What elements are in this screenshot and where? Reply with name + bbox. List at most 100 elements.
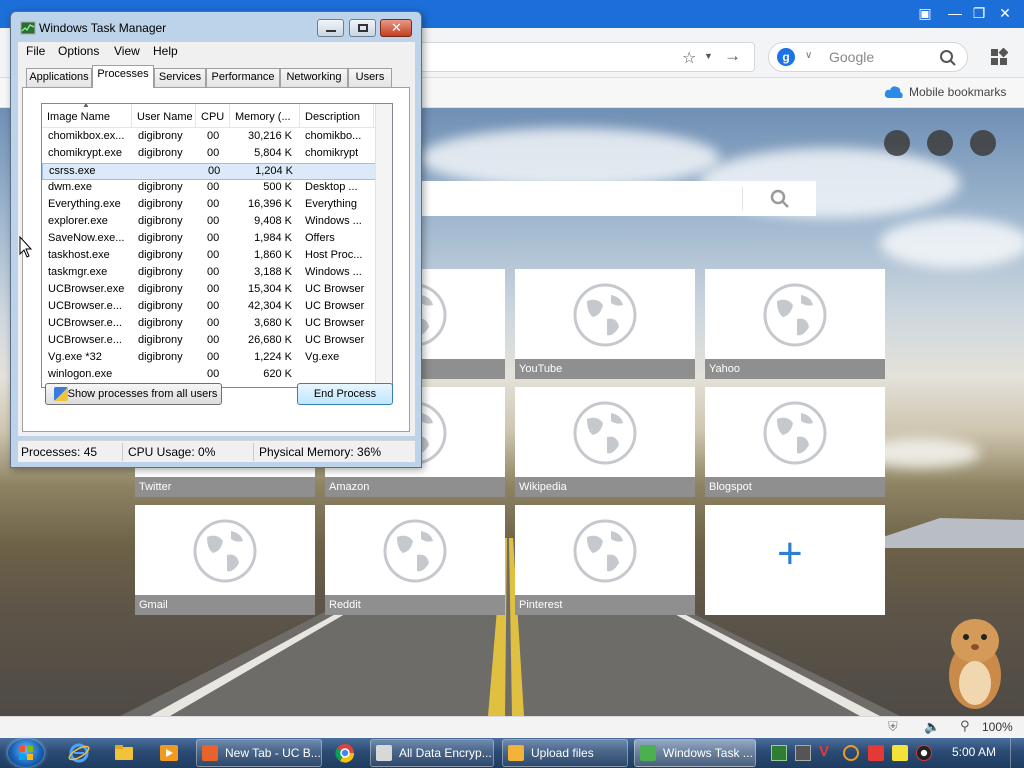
close-button[interactable]: ✕ bbox=[380, 19, 412, 37]
processes-panel: Image Name User Name CPU Memory (... Des… bbox=[22, 87, 410, 432]
speed-dial-tile[interactable]: Wikipedia bbox=[515, 387, 695, 497]
task-manager-titlebar[interactable]: Windows Task Manager ✕ bbox=[11, 12, 421, 44]
speed-dial-tile[interactable]: Yahoo bbox=[705, 269, 885, 379]
speed-dial-tile[interactable]: YouTube bbox=[515, 269, 695, 379]
process-user-name: digibrony bbox=[138, 317, 183, 329]
maximize-button[interactable] bbox=[349, 19, 376, 37]
url-field[interactable]: ☆ ▼ → bbox=[410, 42, 755, 72]
go-arrow-icon[interactable]: → bbox=[724, 46, 741, 66]
process-image-name: UCBrowser.exe bbox=[48, 283, 125, 295]
process-row[interactable]: explorer.exe digibrony 00 9,408 K Windows ..… bbox=[42, 214, 392, 231]
close-button[interactable]: ✕ bbox=[994, 4, 1016, 22]
process-row[interactable]: chomikbox.ex... digibrony 00 30,216 Kchomik… bbox=[42, 129, 392, 146]
globe-icon bbox=[193, 519, 257, 583]
process-row[interactable]: csrss.exe 00 1,204 K bbox=[42, 163, 392, 180]
process-row[interactable]: chomikrypt.exe digibrony 00 5,804 Kchomikry… bbox=[42, 146, 392, 163]
column-memory[interactable]: Memory (... bbox=[230, 104, 300, 128]
minimize-button[interactable]: — bbox=[944, 4, 966, 22]
process-description: Vg.exe bbox=[305, 351, 340, 363]
tray-webcam-icon[interactable] bbox=[916, 745, 932, 761]
speed-dial-tile[interactable]: Gmail bbox=[135, 505, 315, 615]
speaker-icon[interactable]: 🔈 bbox=[924, 719, 940, 735]
star-icon[interactable]: ☆ bbox=[682, 48, 696, 68]
process-row[interactable]: taskmgr.exe digibrony 00 3,188 K Windows ... bbox=[42, 265, 392, 282]
process-memory: 1,984 K bbox=[254, 232, 292, 244]
process-list[interactable]: Image Name User Name CPU Memory (... Des… bbox=[41, 103, 393, 388]
tray-flag-icon[interactable] bbox=[868, 745, 884, 761]
process-row[interactable]: SaveNow.exe... digibrony 00 1,984 K Offers bbox=[42, 231, 392, 248]
process-description: Desktop ... bbox=[305, 181, 358, 193]
zoom-level[interactable]: 100% bbox=[982, 720, 1013, 734]
column-description[interactable]: Description bbox=[300, 104, 374, 128]
grid-menu-icon[interactable] bbox=[970, 130, 996, 156]
tray-search-icon[interactable] bbox=[843, 745, 859, 761]
taskbar-task-windows-task-manager[interactable]: Windows Task ... bbox=[634, 739, 756, 767]
search-input[interactable]: Google bbox=[829, 49, 874, 65]
tray-v-icon[interactable]: V bbox=[819, 743, 835, 760]
taskbar-task-upload-files[interactable]: Upload files bbox=[502, 739, 628, 767]
zoom-icon[interactable]: ⚲ bbox=[960, 718, 970, 734]
speed-dial-tile[interactable]: Reddit bbox=[325, 505, 505, 615]
speed-dial-tile[interactable]: Blogspot bbox=[705, 387, 885, 497]
apps-grid-icon[interactable] bbox=[990, 48, 1008, 66]
tray-keyboard-icon[interactable] bbox=[795, 745, 811, 761]
process-row[interactable]: Everything.exe digibrony 00 16,396 K Everyth… bbox=[42, 197, 392, 214]
column-cpu[interactable]: CPU bbox=[196, 104, 230, 128]
process-row[interactable]: dwm.exe digibrony 00 500 K Desktop ... bbox=[42, 180, 392, 197]
process-row[interactable]: winlogon.exe 00 620 K bbox=[42, 367, 392, 384]
taskmgr-icon bbox=[640, 745, 656, 761]
tab-networking[interactable]: Networking bbox=[280, 68, 348, 87]
tray-message-icon[interactable] bbox=[892, 745, 908, 761]
process-row[interactable]: UCBrowser.exe digibrony 00 15,304 K UC Brows… bbox=[42, 282, 392, 299]
vertical-scrollbar[interactable] bbox=[375, 104, 392, 387]
process-description: chomikrypt bbox=[305, 147, 359, 159]
menu-options[interactable]: Options bbox=[58, 44, 99, 58]
process-row[interactable]: UCBrowser.e... digibrony 00 42,304 K UC Brow… bbox=[42, 299, 392, 316]
speed-dial-tile[interactable]: Pinterest bbox=[515, 505, 695, 615]
minimize-button[interactable] bbox=[317, 19, 344, 37]
menu-help[interactable]: Help bbox=[153, 44, 178, 58]
process-row[interactable]: taskhost.exe digibrony 00 1,860 K Host Proc.… bbox=[42, 248, 392, 265]
process-row[interactable]: UCBrowser.e... digibrony 00 3,680 K UC Brows… bbox=[42, 316, 392, 333]
tab-services[interactable]: Services bbox=[154, 68, 206, 87]
chrome-icon[interactable] bbox=[334, 742, 356, 764]
start-button[interactable] bbox=[8, 739, 44, 767]
chevron-down-icon[interactable]: ▼ bbox=[704, 51, 713, 61]
show-all-processes-button[interactable]: Show processes from all users bbox=[45, 383, 222, 405]
menu-view[interactable]: View bbox=[114, 44, 140, 58]
internet-explorer-icon[interactable] bbox=[68, 742, 90, 764]
taskbar-task-ucbrowser[interactable]: New Tab - UC B... bbox=[196, 739, 322, 767]
search-box[interactable]: g ∨ Google bbox=[768, 42, 968, 72]
windows-logo-icon bbox=[19, 746, 33, 760]
skin-icon[interactable]: ▣ bbox=[914, 4, 936, 22]
tab-users[interactable]: Users bbox=[348, 68, 392, 87]
process-row[interactable]: Vg.exe *32 digibrony 00 1,224 K Vg.exe bbox=[42, 350, 392, 367]
process-image-name: UCBrowser.e... bbox=[48, 334, 122, 346]
add-tile-button[interactable]: + bbox=[705, 505, 885, 615]
shield-icon[interactable]: ⛨ bbox=[888, 719, 898, 735]
process-description: chomikbo... bbox=[305, 130, 362, 142]
search-icon[interactable] bbox=[770, 189, 790, 209]
google-icon[interactable]: g bbox=[777, 48, 795, 66]
tab-processes[interactable]: Processes bbox=[92, 65, 154, 88]
taskbar-task-all-data-encryp[interactable]: All Data Encryp... bbox=[370, 739, 494, 767]
tray-app-icon[interactable] bbox=[771, 745, 787, 761]
restore-button[interactable]: ❐ bbox=[968, 4, 990, 22]
clock[interactable]: 5:00 AM bbox=[952, 745, 996, 759]
file-explorer-icon[interactable] bbox=[113, 742, 135, 764]
tab-performance[interactable]: Performance bbox=[206, 68, 280, 87]
process-description: Windows ... bbox=[305, 266, 362, 278]
palette-icon[interactable] bbox=[927, 130, 953, 156]
mobile-bookmarks-link[interactable]: Mobile bookmarks bbox=[909, 85, 1006, 99]
column-user-name[interactable]: User Name bbox=[132, 104, 196, 128]
chevron-down-icon[interactable]: ∨ bbox=[805, 50, 812, 61]
process-row[interactable]: UCBrowser.e... digibrony 00 26,680 K UC Brow… bbox=[42, 333, 392, 350]
media-player-icon[interactable] bbox=[158, 742, 180, 764]
tab-applications[interactable]: Applications bbox=[26, 68, 92, 87]
cloud-sync-icon[interactable] bbox=[884, 130, 910, 156]
end-process-button[interactable]: End Process bbox=[297, 383, 393, 405]
search-icon[interactable] bbox=[939, 49, 957, 67]
show-desktop-button[interactable] bbox=[1010, 738, 1024, 768]
menu-file[interactable]: File bbox=[26, 44, 45, 58]
ntp-search-box[interactable] bbox=[415, 181, 816, 216]
